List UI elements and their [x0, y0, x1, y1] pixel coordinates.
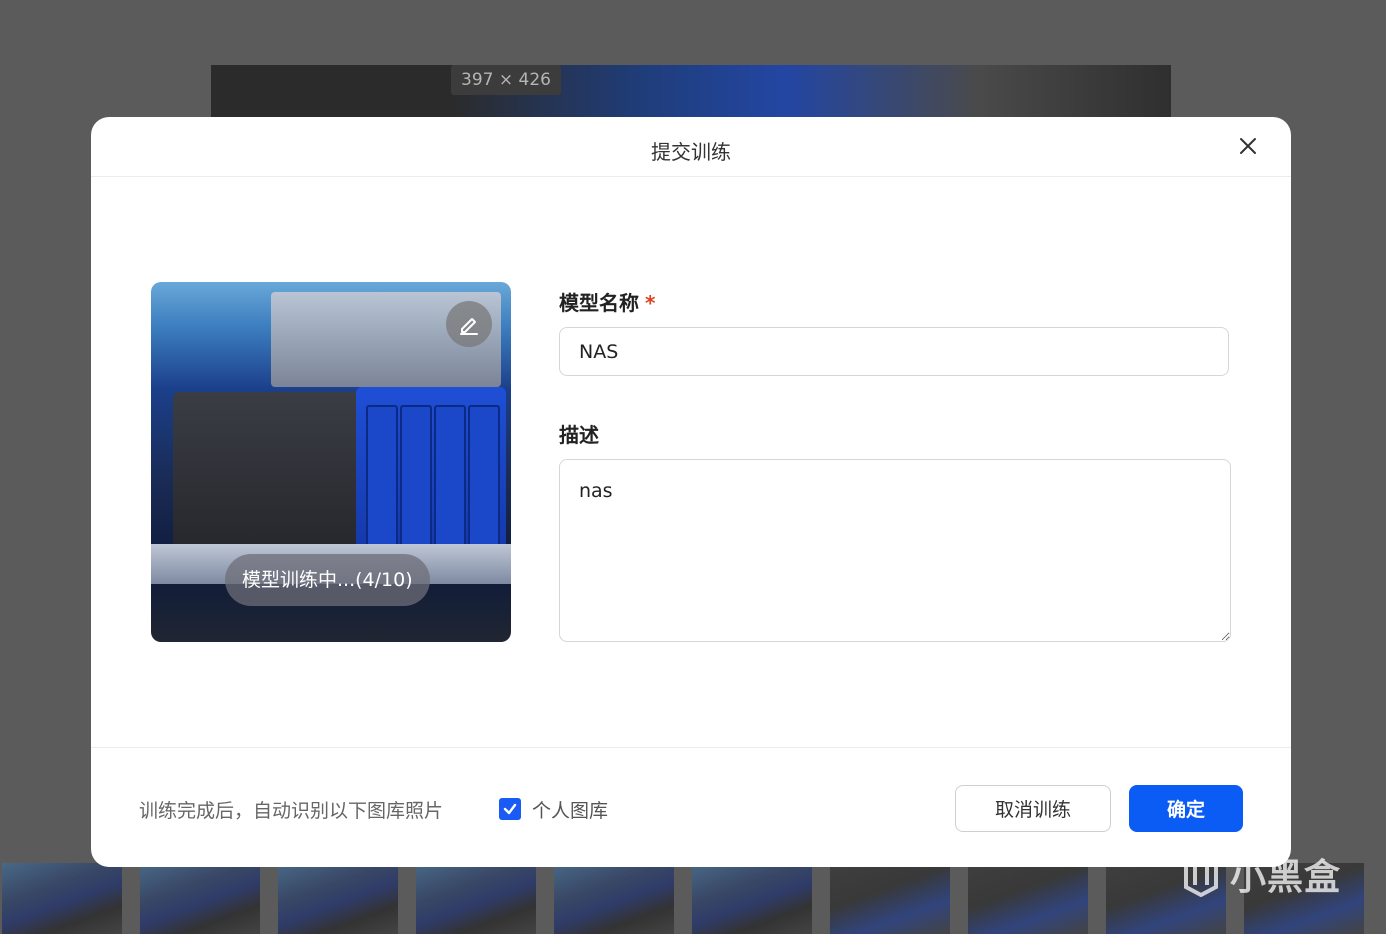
- confirm-button[interactable]: 确定: [1129, 785, 1243, 832]
- thumbnail[interactable]: [140, 863, 260, 934]
- model-name-input[interactable]: [559, 327, 1229, 376]
- thumbnail[interactable]: [278, 863, 398, 934]
- cancel-training-button[interactable]: 取消训练: [955, 785, 1111, 832]
- description-textarea[interactable]: nas: [559, 459, 1231, 642]
- dialog-header: 提交训练: [91, 117, 1291, 177]
- thumbnail[interactable]: [692, 863, 812, 934]
- pencil-icon: [460, 318, 478, 335]
- close-icon: [1240, 138, 1256, 154]
- training-progress-badge: 模型训练中...(4/10): [225, 554, 430, 606]
- model-name-label: 模型名称 *: [559, 287, 655, 316]
- image-size-badge: 397 × 426: [451, 65, 561, 95]
- preview-drive-bay: [400, 405, 432, 549]
- preview-drive-bay: [366, 405, 398, 549]
- thumbnail[interactable]: [830, 863, 950, 934]
- submit-training-dialog: 提交训练 模型训练中...(4/10) 模型名称* 描述 nas: [91, 117, 1291, 867]
- personal-library-checkbox[interactable]: [499, 798, 521, 820]
- dialog-footer: 训练完成后，自动识别以下图库照片 个人图库 取消训练 确定: [91, 747, 1291, 867]
- thumbnail[interactable]: [554, 863, 674, 934]
- description-label: 描述: [559, 423, 599, 447]
- preview-drive-bay: [434, 405, 466, 549]
- background-photo: [211, 65, 1171, 125]
- thumbnail[interactable]: [2, 863, 122, 934]
- close-button[interactable]: [1235, 133, 1261, 159]
- required-mark: *: [645, 291, 656, 315]
- preview-drive-bay: [468, 405, 500, 549]
- preview-nas-front: [356, 387, 506, 557]
- auto-recognize-hint: 训练完成后，自动识别以下图库照片: [139, 800, 444, 822]
- dialog-title: 提交训练: [651, 140, 731, 164]
- model-preview-image: 模型训练中...(4/10): [151, 282, 511, 642]
- thumbnail[interactable]: [416, 863, 536, 934]
- model-name-label-text: 模型名称: [559, 291, 639, 315]
- edit-image-button[interactable]: [446, 301, 492, 347]
- personal-library-label[interactable]: 个人图库: [532, 796, 608, 823]
- check-icon: [503, 803, 517, 815]
- thumbnail[interactable]: [968, 863, 1088, 934]
- preview-nas-body: [173, 392, 363, 552]
